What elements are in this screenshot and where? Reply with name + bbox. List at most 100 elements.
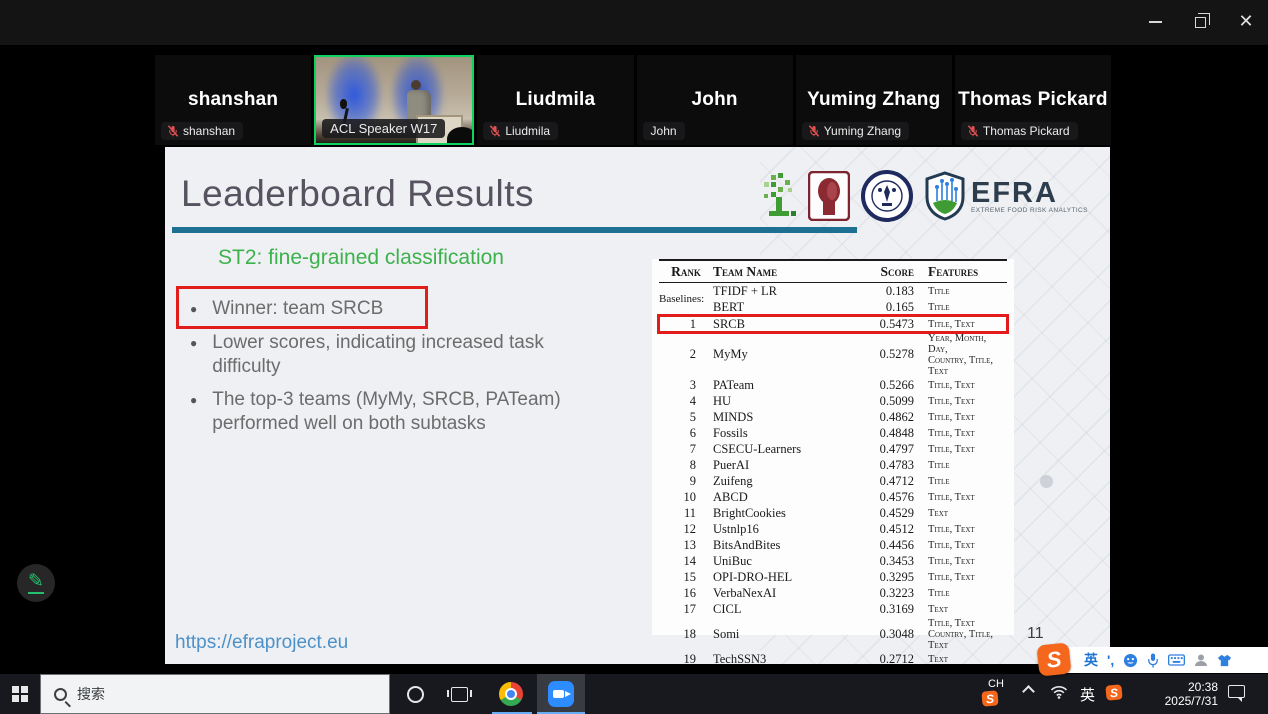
chrome-taskbar-button[interactable] xyxy=(488,674,534,714)
sogou-keyboard-icon[interactable] xyxy=(1168,651,1185,669)
project-url: https://efraproject.eu xyxy=(175,632,348,654)
table-row: 4HU0.5099Title, Text xyxy=(659,393,1007,409)
cell-score: 0.4456 xyxy=(861,537,917,553)
table-row: 7CSECU-Learners0.4797Title, Text xyxy=(659,441,1007,457)
sogou-emoji-icon[interactable] xyxy=(1123,651,1138,669)
cell-team: HU xyxy=(713,393,861,409)
table-row: 19TechSSN30.2712Text xyxy=(659,651,1007,664)
bullet-top3-teams: ● The top-3 teams (MyMy, SRCB, PATeam) p… xyxy=(190,388,590,436)
annotate-button[interactable]: ✎ xyxy=(17,564,55,602)
cell-rank: 14 xyxy=(659,553,713,569)
sogou-tray-icon[interactable]: S xyxy=(982,691,998,706)
cell-team: Zuifeng xyxy=(713,473,861,489)
task-view-button[interactable] xyxy=(442,674,476,714)
participant-label: ACL Speaker W17 xyxy=(322,119,445,138)
ime-mode-indicator[interactable]: 英 xyxy=(1080,684,1095,705)
cell-rank: 3 xyxy=(659,377,713,393)
participant-tile-yuming-zhang[interactable]: Yuming Zhang Yuming Zhang xyxy=(796,55,952,145)
baseline-row: Baselines: TFIDF + LR 0.183 Title xyxy=(659,283,1007,300)
cell-score: 0.4848 xyxy=(861,425,917,441)
cell-rank: 9 xyxy=(659,473,713,489)
header-team-name: Team Name xyxy=(713,260,861,283)
cell-score: 0.4862 xyxy=(861,409,917,425)
action-center-button[interactable] xyxy=(1228,685,1245,698)
cortana-button[interactable] xyxy=(398,674,432,714)
show-hidden-icons-chevron[interactable] xyxy=(1024,682,1033,696)
participant-tile-shanshan[interactable]: shanshan shanshan xyxy=(155,55,311,145)
cell-features: Text xyxy=(917,505,1007,521)
mic-off-icon xyxy=(489,125,501,137)
cell-rank: 4 xyxy=(659,393,713,409)
table-row: 12Ustnlp160.4512Title, Text xyxy=(659,521,1007,537)
cell-features: Title, Text xyxy=(917,316,1007,333)
sogou-punctuation-icon[interactable]: ', xyxy=(1107,651,1114,669)
cell-team: VerbaNexAI xyxy=(713,585,861,601)
cell-score: 0.5473 xyxy=(861,316,917,333)
cell-features: Title, Text xyxy=(917,553,1007,569)
cortana-icon xyxy=(407,686,424,703)
sogou-toolbox-icon[interactable] xyxy=(1241,651,1255,669)
cell-features: Text xyxy=(917,651,1007,664)
cell-features: Title, Text xyxy=(917,569,1007,585)
cell-features: Title, Text xyxy=(917,425,1007,441)
cell-rank: 19 xyxy=(659,651,713,664)
sogou-tray-icon-2[interactable]: S xyxy=(1106,685,1122,700)
cell-team: SRCB xyxy=(713,316,861,333)
table-row: 10ABCD0.4576Title, Text xyxy=(659,489,1007,505)
chrome-icon xyxy=(499,682,523,706)
table-row: 14UniBuc0.3453Title, Text xyxy=(659,553,1007,569)
wifi-icon[interactable] xyxy=(1050,685,1068,699)
cell-rank: 13 xyxy=(659,537,713,553)
sogou-voice-icon[interactable] xyxy=(1147,651,1159,669)
taskbar-clock[interactable]: 20:38 2025/7/31 xyxy=(1140,680,1218,708)
clock-time: 20:38 xyxy=(1188,680,1218,694)
restore-icon xyxy=(1195,17,1206,28)
winner-highlight-box xyxy=(176,286,428,329)
cell-team: Somi xyxy=(713,617,861,651)
sogou-logo-icon[interactable]: S xyxy=(1036,642,1071,676)
leaderboard-rows: Baselines: TFIDF + LR 0.183 Title BERT 0… xyxy=(659,283,1007,665)
cell-rank: 12 xyxy=(659,521,713,537)
ime-lang-indicator[interactable]: CH xyxy=(988,678,1004,690)
cell-team: TechSSN3 xyxy=(713,651,861,664)
cell-rank: 17 xyxy=(659,601,713,617)
sogou-mode-toggle[interactable]: 英 xyxy=(1084,651,1098,669)
cell-team: MINDS xyxy=(713,409,861,425)
table-row: 6Fossils0.4848Title, Text xyxy=(659,425,1007,441)
zoom-taskbar-button[interactable] xyxy=(537,674,585,714)
table-header-row: Rank Team Name Score Features xyxy=(659,260,1007,283)
cell-team: MyMy xyxy=(713,332,861,377)
participant-tile-thomas-pickard[interactable]: Thomas Pickard Thomas Pickard xyxy=(955,55,1111,145)
start-button[interactable] xyxy=(0,674,40,714)
restore-button[interactable] xyxy=(1186,10,1214,34)
bullet-dot: ● xyxy=(190,388,197,436)
screen: ✕ shanshan shanshan ACL Speaker W17 xyxy=(0,0,1268,714)
efra-tagline: EXTREME FOOD RISK ANALYTICS xyxy=(971,207,1088,214)
minimize-icon xyxy=(1149,21,1162,23)
participant-tile-john[interactable]: John John xyxy=(637,55,793,145)
cell-features: Title xyxy=(917,457,1007,473)
search-input[interactable]: 搜索 xyxy=(77,684,105,704)
minimize-button[interactable] xyxy=(1141,10,1169,34)
cell-score: 0.3295 xyxy=(861,569,917,585)
taskbar-search[interactable]: 搜索 xyxy=(40,674,390,714)
table-row: 8PuerAI0.4783Title xyxy=(659,457,1007,473)
participant-tile-liudmila[interactable]: Liudmila Liudmila xyxy=(477,55,633,145)
close-button[interactable]: ✕ xyxy=(1232,10,1260,34)
cell-team: CSECU-Learners xyxy=(713,441,861,457)
slide-page-number: 11 xyxy=(1027,625,1044,643)
table-row: 5MINDS0.4862Title, Text xyxy=(659,409,1007,425)
sogou-account-icon[interactable] xyxy=(1194,651,1208,669)
windows-logo-icon xyxy=(12,686,28,702)
cell-rank: 18 xyxy=(659,617,713,651)
participant-tile-acl-speaker[interactable]: ACL Speaker W17 xyxy=(314,55,474,145)
cell-score: 0.5266 xyxy=(861,377,917,393)
pencil-icon: ✎ xyxy=(28,572,44,594)
cell-features: Title, Text xyxy=(917,441,1007,457)
cell-score: 0.5278 xyxy=(861,332,917,377)
table-row: 16VerbaNexAI0.3223Title xyxy=(659,585,1007,601)
cell-score: 0.5099 xyxy=(861,393,917,409)
sogou-skin-icon[interactable] xyxy=(1217,651,1232,669)
cell-score: 0.4783 xyxy=(861,457,917,473)
participant-label: Thomas Pickard xyxy=(961,122,1078,140)
